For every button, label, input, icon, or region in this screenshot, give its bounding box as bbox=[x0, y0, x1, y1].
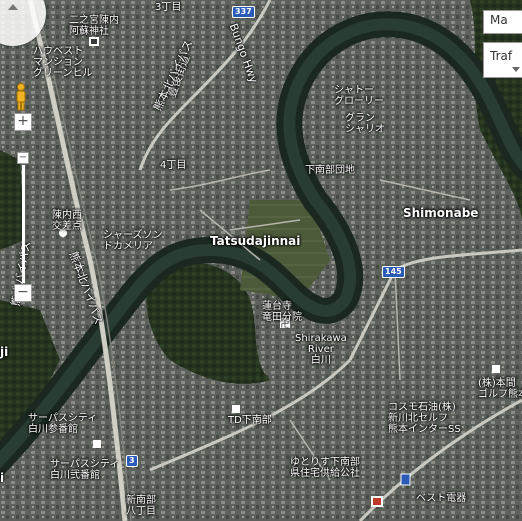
shop-icon[interactable] bbox=[371, 496, 383, 507]
label-shiroyama: シャーズソン ドカメリア bbox=[103, 230, 163, 252]
label-edge-ji: ji bbox=[0, 345, 9, 359]
label-service-1: サーパスシティ 白川参番館 bbox=[28, 413, 98, 435]
label-golf: (株)本間 ゴルフ熊本店 bbox=[478, 378, 522, 400]
zoom-slider-handle[interactable]: − bbox=[17, 152, 29, 164]
label-chateau: シャトー グローリー bbox=[334, 85, 384, 107]
shop-icon[interactable] bbox=[492, 365, 500, 373]
label-rengeji: 蓮台寺 竜田分院 bbox=[262, 301, 302, 323]
label-shirakawa-river: Shirakawa River 白川 bbox=[295, 333, 347, 366]
label-shimonabe: Shimonabe bbox=[403, 206, 479, 220]
route-145-shield: 145 bbox=[382, 266, 405, 278]
gas-station-icon[interactable] bbox=[400, 473, 411, 486]
label-ninomiya: 二之宮陳内 阿蘇神社 bbox=[69, 15, 119, 37]
pan-up-icon[interactable] bbox=[8, 4, 18, 10]
label-shimonabe-complex: 下南部団地 bbox=[305, 165, 355, 176]
zoom-slider-track[interactable] bbox=[22, 165, 25, 283]
label-td: TD下南部 bbox=[228, 415, 272, 426]
label-best: ベスト電器 bbox=[416, 493, 467, 504]
label-4-chome: 4丁目 bbox=[160, 160, 187, 171]
label-haus: ハウベスト マンション グリーンヒル bbox=[33, 46, 93, 79]
shop-icon[interactable] bbox=[232, 405, 240, 413]
chevron-down-icon bbox=[512, 67, 520, 72]
zoom-out-button[interactable]: − bbox=[14, 284, 32, 302]
zoom-in-button[interactable]: + bbox=[14, 113, 32, 131]
label-cosmo: コスモ石油(株) 新川北セルフ 熊本インターSS bbox=[388, 402, 461, 435]
label-tatsudajinnai: Tatsudajinnai bbox=[210, 234, 301, 248]
street-view-pegman-icon[interactable] bbox=[14, 83, 28, 111]
label-shinminamibe: 新南部 八丁目 bbox=[126, 495, 156, 517]
label-jinnai-west: 陳内西 交差点 bbox=[52, 210, 82, 232]
label-grand: グラン シャリオ bbox=[345, 113, 385, 135]
traffic-button[interactable]: Traf bbox=[483, 42, 522, 78]
label-yume: ゆとりす下南部 県住宅供給公社 bbox=[290, 457, 360, 479]
shop-icon[interactable] bbox=[93, 440, 101, 448]
route-337-shield: 337 bbox=[232, 6, 255, 18]
traffic-label: Traf bbox=[490, 49, 513, 63]
label-3-chome: 3丁目 bbox=[155, 2, 182, 13]
route-3-shield: 3 bbox=[126, 455, 138, 467]
temple-icon[interactable] bbox=[89, 37, 99, 46]
label-service-2: サーパスシティ 白川弐番館 bbox=[50, 459, 120, 481]
label-edge-i: i bbox=[0, 471, 5, 485]
map-type-button[interactable]: Ma bbox=[483, 10, 522, 34]
